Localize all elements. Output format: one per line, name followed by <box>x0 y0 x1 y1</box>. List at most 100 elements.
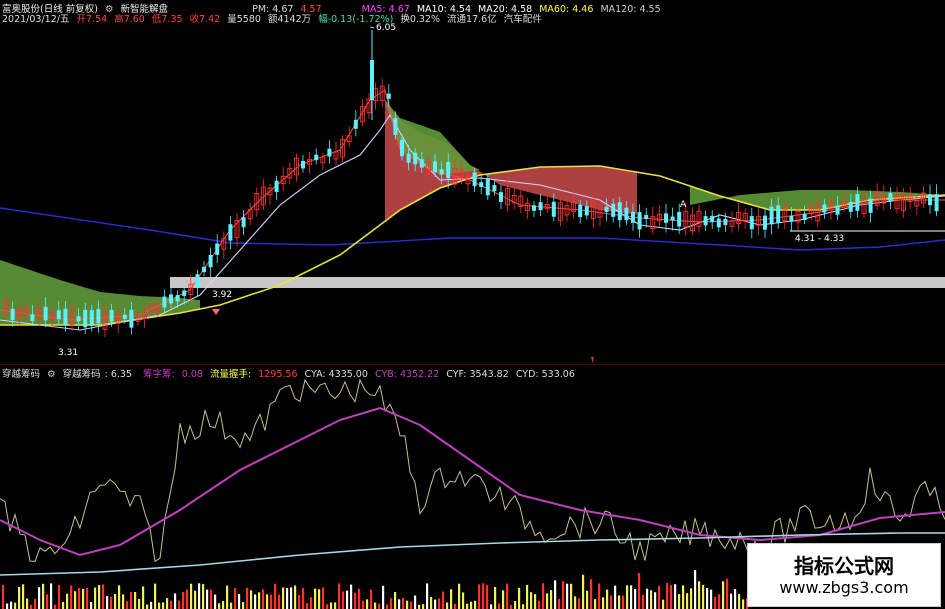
candle-body-down <box>551 201 556 217</box>
volume-bar <box>98 585 101 609</box>
volume-bar <box>738 594 741 609</box>
volume-bar <box>638 573 641 609</box>
candle-body-down <box>433 161 437 173</box>
volume-bar <box>342 591 345 609</box>
volume-bar <box>510 604 513 609</box>
volume-bar <box>370 589 373 609</box>
volume-bar <box>138 599 141 609</box>
volume-bar <box>310 597 313 609</box>
volume-bar <box>606 589 609 609</box>
candle-body-down <box>89 310 94 326</box>
volume-bar <box>282 587 285 609</box>
volume-bar <box>698 581 701 609</box>
volume-bar <box>126 601 129 609</box>
candle-body-down <box>776 205 781 224</box>
volume-bar <box>594 599 597 609</box>
buy-signal-marker <box>212 309 220 315</box>
volume-bar <box>418 604 421 609</box>
volume-bar <box>726 578 729 609</box>
cyb-line <box>0 406 945 557</box>
volume-bar <box>678 594 681 609</box>
candle-body-down <box>499 192 503 202</box>
volume-bar <box>222 600 225 609</box>
volume-bar <box>562 581 565 609</box>
volume-bar <box>542 583 545 609</box>
volume-bar <box>250 590 253 609</box>
volume-bar <box>446 602 449 609</box>
volume-bar <box>166 598 169 609</box>
volume-bar <box>466 603 469 609</box>
volume-bar <box>286 588 289 609</box>
volume-bar <box>94 587 97 609</box>
gear-icon[interactable]: ⚙ <box>47 369 56 380</box>
volume-bar <box>442 591 445 609</box>
low-label: 低7.35 <box>151 14 183 25</box>
volume-bar <box>318 589 321 609</box>
volume-bar <box>730 593 733 609</box>
volume-bar <box>238 594 241 609</box>
volume-bar <box>474 600 477 609</box>
volume-bar <box>554 580 557 609</box>
volume-bar <box>322 587 325 609</box>
volume-bar <box>710 589 713 609</box>
candle-body-down <box>446 161 451 179</box>
candle-body-down <box>63 308 68 326</box>
mid-price-label: 3.92 <box>212 290 232 300</box>
watermark-logo: 指标公式网 www.zbgs3.com <box>747 543 941 607</box>
volume-bar <box>110 596 113 609</box>
volume-bar <box>74 591 77 609</box>
volume-bar <box>438 598 441 609</box>
volume-bar <box>426 583 429 609</box>
candle-body-down <box>406 153 411 163</box>
candle-body-down <box>314 154 319 161</box>
volume-bar <box>386 604 389 609</box>
volume-bar <box>102 584 105 609</box>
volume-handshake-value: 1295.56 <box>258 369 298 380</box>
candle-body-down <box>703 216 708 226</box>
volume-bar <box>378 603 381 609</box>
candle-body-down <box>169 294 173 304</box>
indicator-header: 穿越筹码 ⚙ 穿越筹码: 6.35 筹字筹: 0.08 流量握手: 1295.5… <box>2 366 579 380</box>
price-chart[interactable]: 6.05 3.31 3.92 4.31 - 4.33 A <box>0 0 945 365</box>
candle-body-down <box>749 216 754 230</box>
volume-bar <box>462 592 465 609</box>
cyf-value: CYF: 3543.82 <box>446 369 509 380</box>
volume-bar <box>82 588 85 609</box>
candle-body-down <box>175 295 180 302</box>
candle-body-down <box>419 159 424 168</box>
watermark-title: 指标公式网 <box>794 554 894 578</box>
volume-bar <box>410 601 413 609</box>
volume-bar <box>2 585 5 609</box>
volume-bar <box>338 583 341 609</box>
volume-bar <box>674 584 677 609</box>
volume-bar <box>718 594 721 609</box>
indicator-value: 6.35 <box>110 369 133 380</box>
moving-average-lines <box>0 89 945 331</box>
volume-bar <box>470 601 473 609</box>
volume-bar <box>274 583 277 609</box>
volume-bar <box>42 583 45 609</box>
candle-body-down <box>472 172 477 187</box>
volume-bar <box>530 592 533 609</box>
volume-bar <box>118 585 121 609</box>
candle-body-down <box>835 205 840 215</box>
range-price-label: 4.31 - 4.33 <box>795 234 844 244</box>
candle-body-down <box>400 139 404 157</box>
lock-value: 0.08 <box>181 369 203 380</box>
candle-body-down <box>10 309 15 321</box>
volume-bar <box>646 588 649 609</box>
volume-bar <box>178 600 181 609</box>
candle-body-down <box>637 212 642 230</box>
volume-bar <box>434 599 437 609</box>
a-marker: A <box>680 200 687 210</box>
volume-bar <box>518 587 521 609</box>
volume-bar <box>582 574 585 609</box>
candle-body-down <box>208 254 213 268</box>
candle-body-down <box>301 160 305 169</box>
volume-bar <box>50 583 53 609</box>
volume-bar <box>34 598 37 609</box>
candle-body-down <box>789 215 794 222</box>
volume-bar <box>358 588 361 609</box>
volume-bar <box>394 591 397 609</box>
low-price-label: 3.31 <box>58 348 78 358</box>
